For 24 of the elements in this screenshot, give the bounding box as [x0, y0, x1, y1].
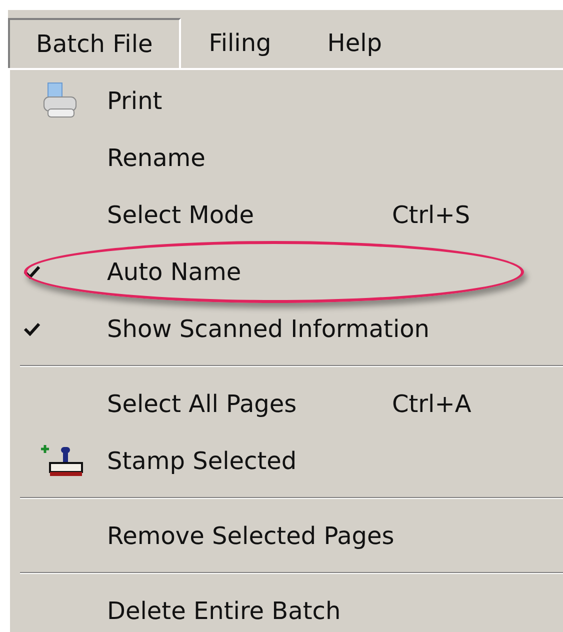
- menu-item-label: Rename: [107, 142, 206, 174]
- printer-icon: [42, 80, 80, 120]
- menu-item[interactable]: Select Mode Ctrl+S: [10, 186, 563, 243]
- shortcut-label: Ctrl+S: [392, 200, 470, 230]
- menu-item[interactable]: Stamp Selected: [10, 432, 563, 489]
- menu-item[interactable]: Show Scanned Information: [10, 300, 563, 357]
- menu-item-label: Auto Name: [107, 256, 242, 288]
- menu-item[interactable]: Print: [10, 72, 563, 129]
- menu-tab[interactable]: Help: [299, 18, 410, 68]
- menu-item[interactable]: Select All Pages Ctrl+A: [10, 375, 563, 432]
- menu-item-label: Select All Pages: [107, 388, 298, 420]
- menu-tab[interactable]: Filing: [180, 18, 300, 68]
- menu-item-label: Stamp Selected: [107, 446, 298, 476]
- menu-item-label: Remove Selected Pages: [107, 520, 394, 552]
- menu-item[interactable]: Delete Entire Batch: [10, 582, 563, 632]
- menu-item-label: Delete Entire Batch: [107, 596, 342, 626]
- menu-item-label: Print: [107, 86, 164, 116]
- stamp-icon: [38, 442, 82, 478]
- menu-item-label: Show Scanned Information: [107, 314, 430, 344]
- shortcut-label: Ctrl+A: [392, 388, 472, 420]
- menu-item-label: Select Mode: [107, 200, 256, 230]
- menu-item[interactable]: Remove Selected Pages: [10, 507, 563, 564]
- menu-item[interactable]: Rename: [10, 129, 563, 186]
- menu-item[interactable]: Auto Name: [10, 243, 563, 300]
